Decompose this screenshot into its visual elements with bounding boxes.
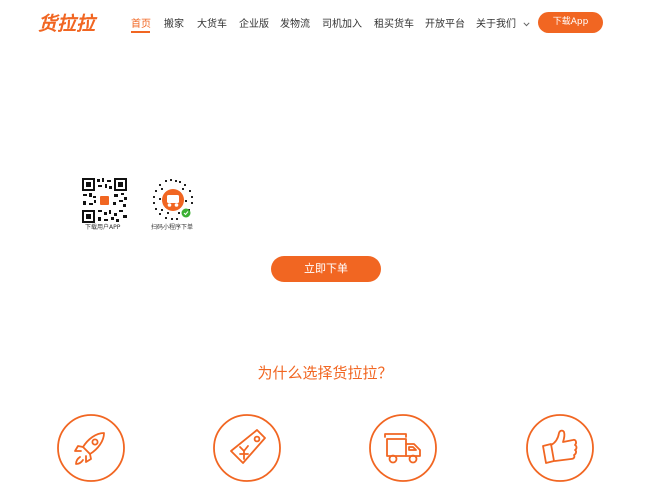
chevron-down-icon xyxy=(523,21,530,26)
nav-item-rent-buy-truck[interactable]: 租买货车 xyxy=(374,15,414,30)
download-app-button[interactable]: 下载App xyxy=(538,12,603,33)
nav-item-home[interactable]: 首页 xyxy=(131,15,151,30)
miniprogram-qr-code xyxy=(152,179,194,221)
huolala-logo[interactable]: 货拉拉 xyxy=(38,10,102,34)
about-us-label: 关于我们 xyxy=(476,19,516,30)
nav-item-large-truck[interactable]: 大货车 xyxy=(197,15,227,30)
nav-item-enterprise[interactable]: 企业版 xyxy=(239,15,269,30)
truck-icon xyxy=(369,414,437,482)
top-navbar: 货拉拉 首页 搬家 大货车 企业版 发物流 司机加入 租买货车 开放平台 关于我… xyxy=(0,0,650,44)
nav-item-moving[interactable]: 搬家 xyxy=(164,15,184,30)
thumbs-up-icon xyxy=(526,414,594,482)
why-choose-title: 为什么选择货拉拉？ xyxy=(257,364,393,382)
logo-text: 货拉拉 xyxy=(38,13,98,34)
miniprogram-qr-label: 扫码小程序下单 xyxy=(151,224,194,231)
nav-item-about-us[interactable]: 关于我们 xyxy=(476,15,530,30)
price-tag-icon xyxy=(213,414,281,482)
nav-item-driver-join[interactable]: 司机加入 xyxy=(322,15,362,30)
app-qr-label: 下载用户APP xyxy=(85,224,121,231)
nav-item-logistics[interactable]: 发物流 xyxy=(280,15,310,30)
nav-item-open-platform[interactable]: 开放平台 xyxy=(425,15,465,30)
order-now-button[interactable]: 立即下单 xyxy=(271,256,381,282)
rocket-icon xyxy=(57,414,125,482)
active-nav-indicator xyxy=(131,31,150,33)
app-qr-code xyxy=(81,177,128,224)
